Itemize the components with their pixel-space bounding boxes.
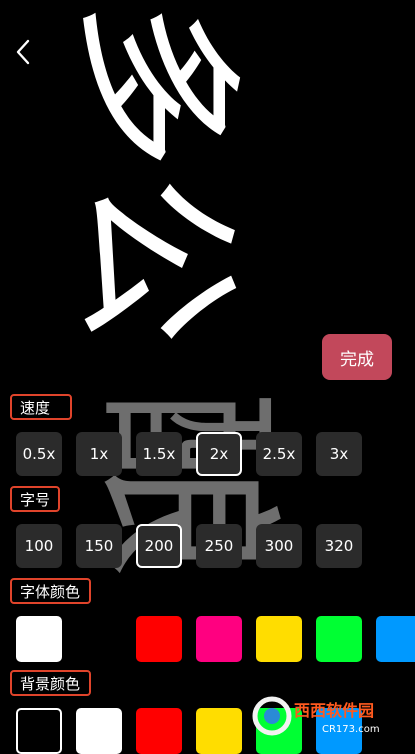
font-size-option[interactable]: 250 — [196, 524, 242, 568]
back-button[interactable] — [12, 38, 36, 66]
font-color-swatch[interactable] — [136, 616, 182, 662]
font-size-label: 字号 — [10, 486, 60, 512]
font-color-swatch[interactable] — [196, 616, 242, 662]
speed-option[interactable]: 1x — [76, 432, 122, 476]
font-size-options: 100 150 200 250 300 320 — [16, 524, 362, 568]
font-color-label: 字体颜色 — [10, 578, 91, 604]
font-color-swatch[interactable] — [256, 616, 302, 662]
font-size-option[interactable]: 150 — [76, 524, 122, 568]
bg-color-label: 背景颜色 — [10, 670, 91, 696]
speed-option[interactable]: 2.5x — [256, 432, 302, 476]
font-size-option[interactable]: 300 — [256, 524, 302, 568]
preview-char-1: 多 — [56, 0, 255, 171]
bg-color-swatch[interactable] — [196, 708, 242, 754]
preview-char-2: 公 — [56, 174, 255, 346]
font-size-option-selected[interactable]: 200 — [136, 524, 182, 568]
done-button[interactable]: 完成 — [322, 334, 392, 380]
bg-color-swatch-selected[interactable] — [16, 708, 62, 754]
watermark-url: CR173.com — [322, 724, 380, 735]
speed-option-selected[interactable]: 2x — [196, 432, 242, 476]
speed-option[interactable]: 0.5x — [16, 432, 62, 476]
watermark-text: 西西软件园 — [294, 701, 374, 720]
speed-option[interactable]: 3x — [316, 432, 362, 476]
font-color-swatch[interactable] — [16, 616, 62, 662]
bg-color-swatch[interactable] — [136, 708, 182, 754]
bg-color-swatch[interactable] — [76, 708, 122, 754]
font-color-swatch[interactable] — [316, 616, 362, 662]
speed-option[interactable]: 1.5x — [136, 432, 182, 476]
speed-options: 0.5x 1x 1.5x 2x 2.5x 3x — [16, 432, 362, 476]
font-size-option[interactable]: 100 — [16, 524, 62, 568]
font-color-options — [16, 616, 415, 662]
speed-label: 速度 — [10, 394, 72, 420]
chevron-left-icon — [16, 39, 30, 65]
font-color-swatch[interactable] — [376, 616, 415, 662]
font-size-option[interactable]: 320 — [316, 524, 362, 568]
watermark-logo: 西西软件园 CR173.com — [252, 696, 380, 736]
